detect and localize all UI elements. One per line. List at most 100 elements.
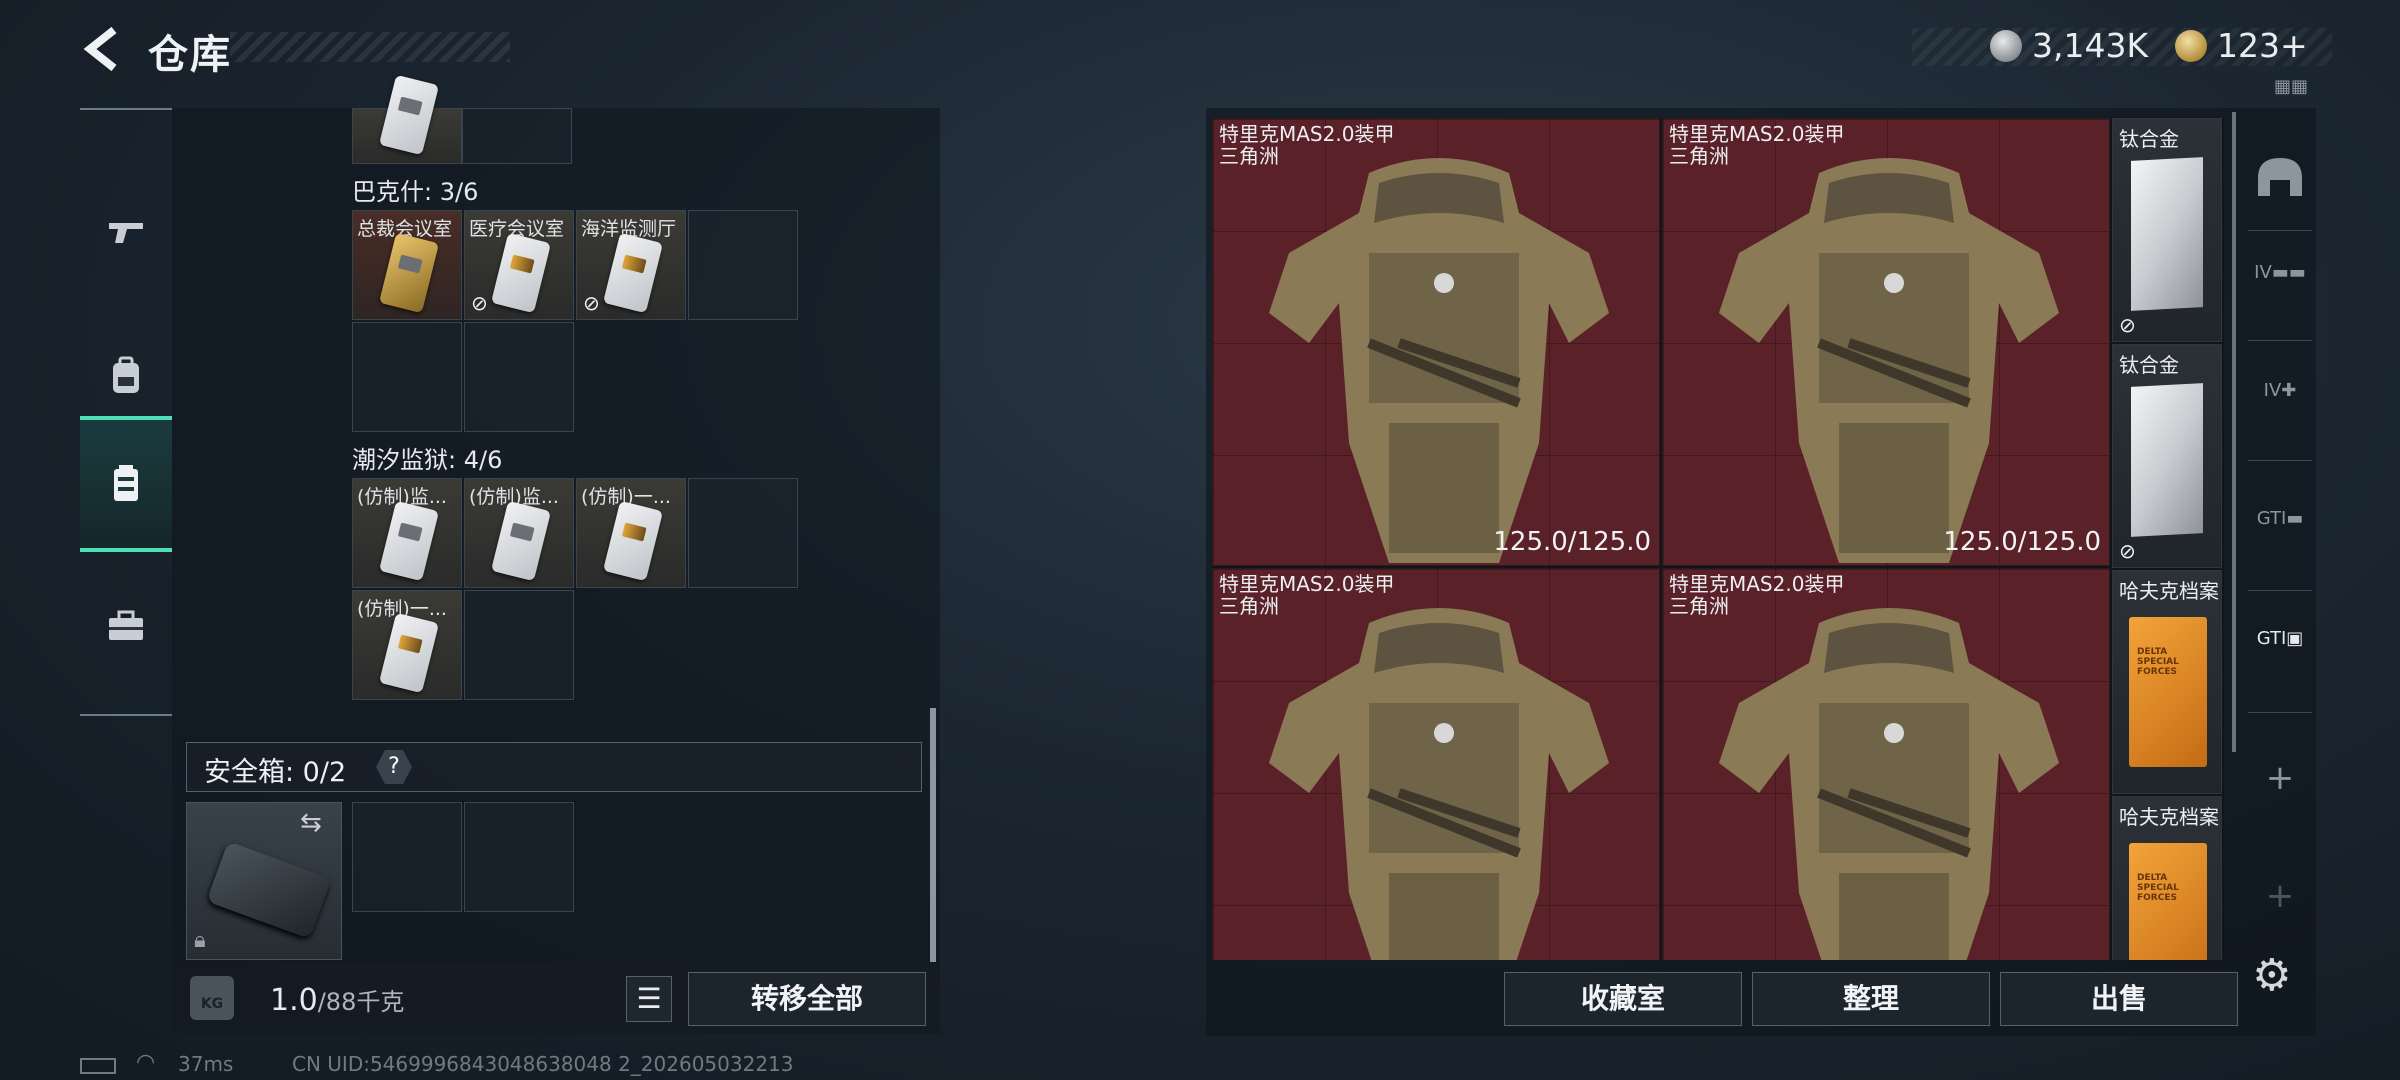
titanium-plate-icon — [2131, 383, 2203, 537]
stash-tab-gti[interactable]: GTI▬ — [2250, 508, 2310, 568]
item-name: 钛合金 — [2119, 353, 2179, 377]
keycard-icon — [490, 500, 552, 582]
divider — [2248, 590, 2312, 591]
titanium-plate-icon — [2131, 157, 2203, 311]
armor-origin: 三角洲 — [1219, 594, 1279, 618]
keycard-icon — [378, 500, 440, 582]
armor-title: 特里克MAS2.0装甲 — [1669, 122, 1845, 146]
armor-item[interactable]: 特里克MAS2.0装甲 三角洲 — [1212, 568, 1660, 960]
section-title-bakesh: 巴克什: 3/6 — [352, 178, 479, 206]
armor-origin: 三角洲 — [1669, 594, 1729, 618]
grid-icon[interactable]: ▦▦ — [2274, 76, 2308, 97]
grid-cell[interactable] — [688, 210, 798, 320]
armor-item[interactable]: 特里克MAS2.0装甲 三角洲 — [1662, 568, 2110, 960]
weight-max: /88千克 — [317, 988, 405, 1016]
keycard-slot[interactable]: (仿制)监... — [352, 478, 462, 588]
no-bind-icon: ⊘ — [2119, 313, 2136, 337]
titanium-item[interactable]: 钛合金 ⊘ — [2112, 118, 2222, 342]
grid-cell[interactable] — [462, 108, 572, 164]
plus-icon: + — [2265, 876, 2295, 916]
divider — [2248, 460, 2312, 461]
no-bind-icon: ⊘ — [471, 291, 488, 315]
swap-icon[interactable]: ⇆ — [300, 808, 322, 838]
armor-origin: 三角洲 — [1219, 144, 1279, 168]
nav-stash[interactable] — [80, 416, 172, 552]
armor-item[interactable]: 特里克MAS2.0装甲 三角洲 125.0/125.0 — [1662, 118, 2110, 566]
titanium-item[interactable]: 钛合金 ⊘ — [2112, 344, 2222, 568]
gold-currency-value[interactable]: 123+ — [2217, 26, 2308, 65]
ping-value: 37ms — [178, 1052, 234, 1076]
keycard-slot[interactable]: (仿制)一... — [576, 478, 686, 588]
keycard-slot[interactable]: (仿制)一... — [352, 590, 462, 700]
weight-current: 1.0 — [270, 983, 318, 1018]
body-armor-icon — [1719, 158, 2059, 563]
divider — [2248, 712, 2312, 713]
armor-name: 特里克MAS2.0装甲 三角洲 — [1219, 123, 1394, 167]
armor-title: 特里克MAS2.0装甲 — [1219, 122, 1395, 146]
grid-cell[interactable] — [352, 74, 462, 164]
keycard-slot[interactable]: 总裁会议室 — [352, 210, 462, 320]
divider — [2248, 340, 2312, 341]
safebox-cell[interactable] — [352, 802, 462, 912]
medkit-tab-icon: IV✚ — [2263, 380, 2297, 401]
divider — [2248, 230, 2312, 231]
body-armor-icon — [1719, 608, 2059, 960]
keycard-icon — [490, 232, 552, 314]
add-currency-icon[interactable]: + — [2280, 26, 2308, 65]
safebox-cell[interactable] — [464, 802, 574, 912]
body-armor-icon — [1269, 158, 1609, 563]
armor-name: 特里克MAS2.0装甲 三角洲 — [1669, 573, 1844, 617]
list-view-button[interactable]: ☰ — [626, 976, 672, 1022]
gold-keycard-icon — [378, 232, 440, 314]
gold-currency-amount: 123 — [2217, 26, 2280, 65]
silver-currency-value: 3,143K — [2032, 26, 2149, 65]
armor-origin: 三角洲 — [1669, 144, 1729, 168]
stash-grid[interactable]: 特里克MAS2.0装甲 三角洲 125.0/125.0 特里克MAS2.0装甲 三角… — [1212, 118, 2224, 960]
nav-toolbox[interactable] — [80, 558, 172, 694]
settings-gear-icon[interactable]: ⚙ — [2252, 950, 2291, 1001]
safebox-label: 安全箱: 0/2 — [204, 757, 347, 788]
keycard-slot[interactable]: 医疗会议室 ⊘ — [464, 210, 574, 320]
grid-cell[interactable] — [352, 322, 462, 432]
stash-tab-gti-2[interactable]: GTI▣ — [2250, 628, 2310, 688]
collection-button[interactable]: 收藏室 — [1504, 972, 1742, 1026]
armor-item[interactable]: 特里克MAS2.0装甲 三角洲 125.0/125.0 — [1212, 118, 1660, 566]
grid-cell[interactable] — [688, 478, 798, 588]
stash-tab-medical[interactable]: IV✚ — [2250, 380, 2310, 440]
folder-tab-icon: IV▬▬ — [2254, 262, 2306, 283]
grid-cell[interactable] — [464, 322, 574, 432]
organize-button[interactable]: 整理 — [1752, 972, 1990, 1026]
keycard-icon — [602, 500, 664, 582]
gti-box-tab-icon: GTI▣ — [2256, 628, 2304, 649]
scrollbar[interactable] — [930, 708, 936, 962]
title-stripe — [230, 32, 510, 62]
no-bind-icon: ⊘ — [583, 291, 600, 315]
armor-title: 特里克MAS2.0装甲 — [1669, 572, 1845, 596]
item-name: 钛合金 — [2119, 127, 2179, 151]
stash-tab-main[interactable] — [2250, 148, 2310, 208]
weight-icon: KG — [190, 976, 234, 1020]
armor-name: 特里克MAS2.0装甲 三角洲 — [1219, 573, 1394, 617]
haavk-file-item[interactable]: 哈夫克档案 — [2112, 570, 2222, 794]
grid-cell[interactable] — [464, 590, 574, 700]
sell-button[interactable]: 出售 — [2000, 972, 2238, 1026]
nav-weapons[interactable] — [80, 164, 172, 300]
scrollbar[interactable] — [2232, 112, 2236, 752]
keycard-slot[interactable]: (仿制)监... — [464, 478, 574, 588]
backpack-icon — [113, 356, 139, 393]
gti-tab-icon: GTI▬ — [2256, 508, 2304, 529]
helmet-icon — [2258, 158, 2302, 196]
weight-value: 1.0/88千克 — [270, 982, 404, 1018]
keycard-icon — [378, 74, 440, 156]
transfer-all-button[interactable]: 转移全部 — [688, 972, 926, 1026]
add-tab-button[interactable]: + — [2250, 758, 2310, 818]
plus-icon: + — [2265, 758, 2295, 798]
stash-tab-4[interactable]: IV▬▬ — [2250, 262, 2310, 322]
stash-icon — [114, 465, 138, 501]
add-tab-button-disabled[interactable]: + — [2250, 876, 2310, 936]
back-button[interactable] — [78, 24, 128, 74]
file-folder-icon — [2129, 843, 2207, 960]
armor-durability: 125.0/125.0 — [1493, 527, 1651, 557]
keycard-slot[interactable]: 海洋监测厅 ⊘ — [576, 210, 686, 320]
haavk-file-item[interactable]: 哈夫克档案 — [2112, 796, 2222, 960]
